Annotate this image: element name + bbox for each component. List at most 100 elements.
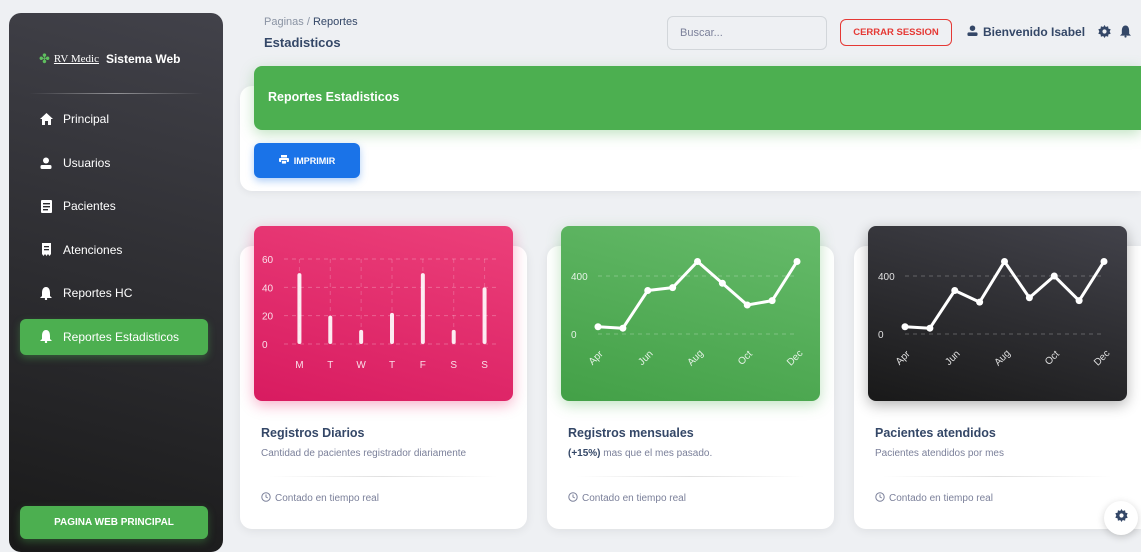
data-point — [1100, 258, 1108, 265]
card-title: Registros mensuales — [568, 426, 694, 440]
daily-registrations-chart: 0 20 40 60 M T W T F S S — [254, 226, 513, 401]
y-tick-label: 0 — [878, 330, 884, 341]
x-tick-label: Oct — [736, 349, 755, 368]
clock-icon — [261, 492, 271, 505]
sidebar-item-reportes-hc[interactable]: Reportes HC — [20, 275, 208, 311]
user-icon — [39, 156, 53, 170]
user-icon — [967, 25, 978, 39]
x-tick-label: M — [295, 360, 303, 371]
x-tick-label: Jun — [943, 349, 962, 368]
breadcrumb-separator: / — [306, 16, 310, 28]
data-point — [793, 258, 801, 265]
sidebar-item-reportes-estadisticos[interactable]: Reportes Estadisticos — [20, 318, 208, 355]
data-point — [1075, 297, 1083, 305]
x-tick-label: Aug — [993, 348, 1013, 368]
card-title: Pacientes atendidos — [875, 426, 996, 440]
notification-bell-icon[interactable] — [1118, 24, 1132, 38]
card-divider — [882, 476, 1112, 477]
page-title: Estadisticos — [264, 35, 341, 50]
card-subtitle-text: mas que el mes pasado. — [600, 448, 713, 459]
report-panel-header: Reportes Estadisticos — [254, 66, 1141, 130]
data-point — [644, 287, 652, 294]
main-website-button[interactable]: PAGINA WEB PRINCIPAL — [20, 506, 208, 539]
x-tick-label: Jun — [636, 349, 655, 368]
y-tick-label: 0 — [571, 330, 577, 341]
y-tick-label: 0 — [262, 340, 268, 351]
y-tick-label: 400 — [571, 272, 588, 283]
x-tick-label: Dec — [785, 348, 805, 368]
data-point — [743, 301, 751, 309]
sidebar-item-usuarios[interactable]: Usuarios — [20, 145, 208, 181]
card-subtitle: Pacientes atendidos por mes — [875, 448, 1004, 459]
clipboard-icon — [39, 199, 53, 213]
bar — [359, 329, 364, 344]
card-footer-text: Contado en tiempo real — [582, 493, 686, 504]
gear-icon — [1114, 509, 1128, 527]
data-point — [669, 284, 677, 292]
card-footer: Contado en tiempo real — [261, 492, 379, 505]
card-footer: Contado en tiempo real — [875, 492, 993, 505]
data-point — [976, 298, 984, 306]
series-line — [904, 260, 1106, 330]
bar-chart: 0 20 40 60 M T W T F S S — [262, 255, 500, 371]
print-button[interactable]: IMPRIMIR — [254, 143, 360, 178]
monthly-registrations-chart: 0 400 Apr Jun Aug Oct Dec — [561, 226, 820, 401]
card-divider — [575, 476, 805, 477]
card-subtitle: Cantidad de pacientes registrador diaria… — [261, 448, 467, 459]
bar — [420, 273, 425, 344]
card-title: Registros Diarios — [261, 426, 365, 440]
x-tick-label: S — [450, 360, 457, 371]
x-tick-label: Apr — [894, 348, 913, 367]
data-point — [619, 324, 627, 332]
line-chart: 0 400 Apr Jun Aug Oct Dec — [878, 258, 1112, 368]
bar — [451, 329, 456, 344]
print-label: IMPRIMIR — [293, 155, 336, 166]
bell-icon — [39, 330, 53, 344]
data-point — [718, 279, 726, 287]
series-line — [597, 260, 799, 330]
sidebar-item-principal[interactable]: Principal — [20, 101, 208, 137]
card-subtitle: (+15%) mas que el mes pasado. — [568, 448, 712, 459]
line-chart: 0 400 Apr Jun Aug Oct Dec — [571, 258, 805, 368]
sidebar-divider — [29, 93, 203, 94]
y-tick-label: 60 — [262, 255, 274, 266]
brand[interactable]: ✤ RV Medic Sistema Web — [39, 51, 180, 67]
growth-percentage: (+15%) — [568, 448, 601, 459]
y-tick-label: 400 — [878, 272, 895, 283]
clock-icon — [568, 492, 578, 505]
data-point — [901, 323, 909, 331]
bar — [297, 273, 302, 344]
report-panel-title: Reportes Estadisticos — [268, 90, 400, 104]
x-tick-label: W — [356, 360, 366, 371]
search-input[interactable] — [667, 16, 827, 50]
card-footer-text: Contado en tiempo real — [889, 493, 993, 504]
data-point — [1050, 272, 1058, 280]
sidebar-nav: Principal Usuarios Pacientes Atenciones … — [20, 101, 208, 362]
sidebar-item-label: Principal — [63, 112, 110, 126]
card-footer-text: Contado en tiempo real — [275, 493, 379, 504]
x-tick-label: Apr — [587, 348, 606, 367]
x-tick-label: Oct — [1043, 349, 1062, 368]
bar — [328, 315, 333, 344]
user-welcome[interactable]: Bienvenido Isabel — [967, 25, 1085, 39]
x-tick-label: T — [327, 360, 333, 371]
floating-settings-button[interactable] — [1104, 501, 1138, 535]
x-tick-label: S — [481, 360, 488, 371]
logout-button[interactable]: CERRAR SESSION — [840, 19, 952, 46]
breadcrumb-root[interactable]: Paginas — [264, 16, 304, 28]
settings-gear-icon[interactable] — [1097, 24, 1111, 38]
receipt-icon — [39, 243, 53, 257]
card-footer: Contado en tiempo real — [568, 492, 686, 505]
clock-icon — [875, 492, 885, 505]
sidebar-item-pacientes[interactable]: Pacientes — [20, 188, 208, 224]
patients-attended-chart: 0 400 Apr Jun Aug Oct Dec — [868, 226, 1127, 401]
y-tick-label: 20 — [262, 312, 274, 323]
sidebar: ✤ RV Medic Sistema Web Principal Usuario… — [9, 13, 223, 552]
brand-title: Sistema Web — [105, 52, 181, 66]
sidebar-item-label: Pacientes — [63, 199, 116, 213]
x-tick-label: F — [420, 360, 426, 371]
data-point — [594, 323, 602, 331]
data-point — [768, 297, 776, 305]
bar — [390, 312, 394, 344]
sidebar-item-atenciones[interactable]: Atenciones — [20, 232, 208, 268]
